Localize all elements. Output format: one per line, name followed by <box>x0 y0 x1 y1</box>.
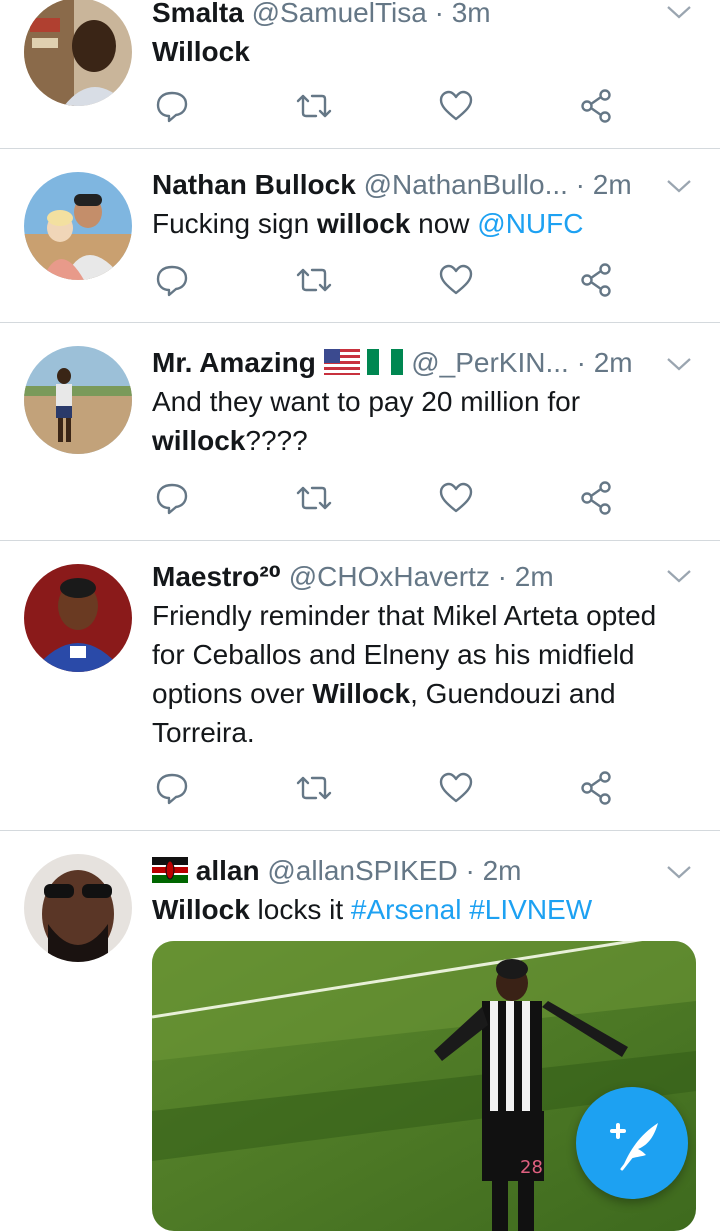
tweet-actions <box>152 478 622 518</box>
display-name[interactable]: Nathan Bullock <box>152 169 356 200</box>
reply-icon <box>156 265 188 297</box>
compose-tweet-button[interactable] <box>576 1087 688 1199</box>
retweet-button[interactable] <box>294 86 334 126</box>
tweet-keyword: Willock <box>152 894 250 925</box>
tweet-text: Fucking sign willock now @NUFC <box>152 204 690 243</box>
reply-icon <box>156 773 188 805</box>
chevron-down-icon[interactable] <box>666 178 692 194</box>
reply-button[interactable] <box>152 768 192 808</box>
tweet[interactable]: Maestro²⁰ @CHOxHavertz · 2m Friendly rem… <box>0 540 720 831</box>
tweet[interactable]: Nathan Bullock @NathanBullo... · 2m Fuck… <box>0 148 720 323</box>
tweet-actions <box>152 86 622 126</box>
like-button[interactable] <box>436 478 476 518</box>
like-button[interactable] <box>436 260 476 300</box>
tweet-header: Smalta @SamuelTisa · 3m <box>152 0 690 32</box>
reply-button[interactable] <box>152 478 192 518</box>
chevron-down-icon[interactable] <box>666 864 692 880</box>
jersey-number: 28 <box>520 1157 543 1178</box>
tweet[interactable]: Mr. Amazing @_PerKIN... · 2m And they wa… <box>0 322 720 541</box>
timestamp[interactable]: 2m <box>594 347 633 378</box>
like-icon <box>439 772 473 803</box>
tweet-text: Willock <box>152 32 690 71</box>
timestamp[interactable]: 2m <box>483 855 522 886</box>
retweet-icon <box>296 486 332 510</box>
tweet-keyword: Willock <box>312 678 411 709</box>
like-icon <box>439 90 473 121</box>
retweet-icon <box>296 268 332 292</box>
tweet-text-segment: locks it <box>249 894 351 925</box>
avatar[interactable] <box>24 172 132 280</box>
timestamp[interactable]: 2m <box>593 169 632 200</box>
retweet-button[interactable] <box>294 768 334 808</box>
tweet-keyword: willock <box>152 425 246 456</box>
user-handle[interactable]: @CHOxHavertz <box>289 561 490 592</box>
tweet-header: Mr. Amazing @_PerKIN... · 2m <box>152 344 690 382</box>
reply-icon <box>156 483 188 515</box>
nigeria-flag-icon <box>367 349 404 375</box>
us-flag-icon <box>323 349 360 375</box>
tweet-link[interactable]: @NUFC <box>477 208 583 239</box>
share-icon <box>581 481 611 515</box>
tweet-keyword: Willock <box>152 36 250 67</box>
chevron-down-icon[interactable] <box>666 356 692 372</box>
user-handle[interactable]: @NathanBullo... <box>364 169 568 200</box>
tweet-actions <box>152 768 622 808</box>
avatar[interactable] <box>24 564 132 672</box>
separator: · <box>568 347 594 378</box>
retweet-icon <box>296 94 332 118</box>
avatar[interactable] <box>24 0 132 106</box>
like-button[interactable] <box>436 768 476 808</box>
share-button[interactable] <box>576 768 616 808</box>
tweet-actions <box>152 260 622 300</box>
tweet[interactable]: Smalta @SamuelTisa · 3m Willock <box>0 0 720 149</box>
separator: · <box>489 561 515 592</box>
share-icon <box>581 263 611 297</box>
retweet-button[interactable] <box>294 260 334 300</box>
share-button[interactable] <box>576 86 616 126</box>
tweet-link[interactable]: #Arsenal <box>351 894 462 925</box>
user-handle[interactable]: @SamuelTisa <box>252 0 427 28</box>
user-handle[interactable]: @allanSPIKED <box>267 855 457 886</box>
chevron-down-icon[interactable] <box>666 4 692 20</box>
display-name[interactable]: Smalta <box>152 0 244 28</box>
display-name[interactable]: Maestro²⁰ <box>152 561 281 592</box>
compose-tweet-icon <box>610 1123 658 1171</box>
tweet-link[interactable]: #LIVNEW <box>469 894 592 925</box>
kenya-flag-icon <box>152 857 188 883</box>
timestamp[interactable]: 3m <box>452 0 491 28</box>
share-icon <box>581 771 611 805</box>
tweet-text-segment: And they want to pay 20 million for <box>152 386 581 417</box>
separator: · <box>457 855 483 886</box>
timestamp[interactable]: 2m <box>515 561 554 592</box>
separator: · <box>426 0 452 28</box>
reply-button[interactable] <box>152 86 192 126</box>
tweet-header: Maestro²⁰ @CHOxHavertz · 2m <box>152 558 690 596</box>
avatar[interactable] <box>24 854 132 962</box>
retweet-icon <box>296 776 332 800</box>
share-icon <box>581 89 611 123</box>
avatar[interactable] <box>24 346 132 454</box>
tweet-text: And they want to pay 20 million for will… <box>152 382 690 460</box>
tweet-text: Willock locks it #Arsenal #LIVNEW <box>152 890 690 929</box>
tweet-header: allan @allanSPIKED · 2m <box>152 852 690 890</box>
reply-icon <box>156 91 188 123</box>
share-button[interactable] <box>576 478 616 518</box>
tweet-text: Friendly reminder that Mikel Arteta opte… <box>152 596 690 752</box>
like-icon <box>439 482 473 513</box>
like-icon <box>439 264 473 295</box>
tweet-header: Nathan Bullock @NathanBullo... · 2m <box>152 166 690 204</box>
display-name[interactable]: allan <box>196 855 260 886</box>
user-handle[interactable]: @_PerKIN... <box>411 347 569 378</box>
chevron-down-icon[interactable] <box>666 568 692 584</box>
tweet-text-segment: Fucking sign <box>152 208 317 239</box>
tweet-text-segment: now <box>410 208 478 239</box>
share-button[interactable] <box>576 260 616 300</box>
display-name[interactable]: Mr. Amazing <box>152 347 316 378</box>
tweet-text-segment: ???? <box>245 425 308 456</box>
tweet-keyword: willock <box>316 208 411 239</box>
reply-button[interactable] <box>152 260 192 300</box>
retweet-button[interactable] <box>294 478 334 518</box>
like-button[interactable] <box>436 86 476 126</box>
separator: · <box>567 169 593 200</box>
